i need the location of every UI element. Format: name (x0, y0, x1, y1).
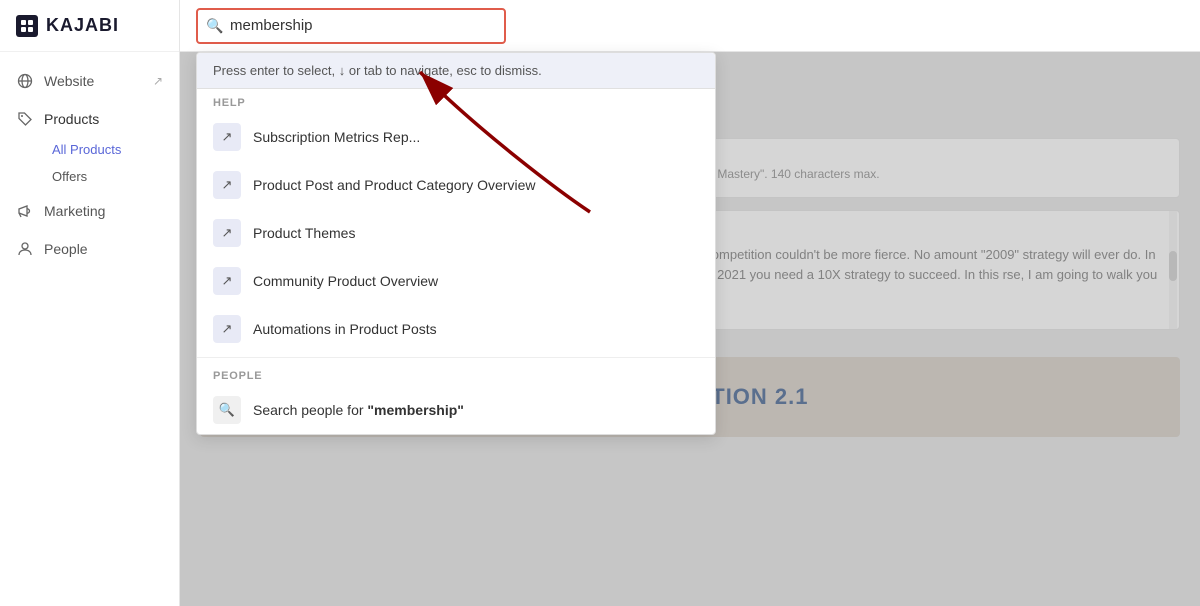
sidebar-item-marketing[interactable]: Marketing (0, 194, 179, 228)
dropdown-people-search[interactable]: 🔍 Search people for "membership" (197, 386, 715, 434)
tag-icon (16, 110, 34, 128)
dropdown-item-automations-label: Automations in Product Posts (253, 321, 437, 337)
marketing-icon (16, 202, 34, 220)
sidebar-sub-items: All Products Offers (0, 136, 179, 190)
dropdown-divider (197, 357, 715, 358)
search-people-prefix: Search people for (253, 402, 367, 418)
sidebar-item-marketing-label: Marketing (44, 203, 105, 219)
external-link-icon: ↗ (153, 74, 163, 88)
search-input[interactable] (196, 8, 506, 44)
external-link-icon-1: ↗ (213, 123, 241, 151)
sidebar-section-marketing: Marketing (0, 194, 179, 228)
sidebar-item-website[interactable]: Website ↗ (0, 64, 179, 98)
globe-icon (16, 72, 34, 90)
sidebar-item-products-label: Products (44, 111, 99, 127)
external-link-icon-2: ↗ (213, 171, 241, 199)
dropdown-people-label: PEOPLE (197, 362, 715, 386)
sidebar-item-people-label: People (44, 241, 88, 257)
dropdown-help-label: HELP (197, 89, 715, 113)
sidebar-item-website-label: Website (44, 73, 94, 89)
app-logo: KAJABI (0, 0, 179, 52)
dropdown-item-themes-label: Product Themes (253, 225, 355, 241)
external-link-icon-5: ↗ (213, 315, 241, 343)
external-link-icon-4: ↗ (213, 267, 241, 295)
dropdown-item-automations[interactable]: ↗ Automations in Product Posts (197, 305, 715, 353)
search-people-query: "membership" (367, 402, 464, 418)
main-area: 🔍 Press enter to select, ↓ or tab to nav… (180, 0, 1200, 606)
sidebar-section-website: Website ↗ (0, 64, 179, 98)
logo-text: KAJABI (46, 15, 119, 36)
sidebar-sub-item-all-products[interactable]: All Products (44, 136, 179, 163)
sidebar-item-people[interactable]: People (0, 232, 179, 266)
dropdown-item-community[interactable]: ↗ Community Product Overview (197, 257, 715, 305)
dropdown-item-themes[interactable]: ↗ Product Themes (197, 209, 715, 257)
search-dropdown: Press enter to select, ↓ or tab to navig… (196, 52, 716, 435)
sidebar-nav: Website ↗ Products All Products Offers (0, 52, 179, 282)
external-link-icon-3: ↗ (213, 219, 241, 247)
search-people-icon: 🔍 (213, 396, 241, 424)
person-icon (16, 240, 34, 258)
dropdown-item-community-label: Community Product Overview (253, 273, 438, 289)
sidebar-item-products[interactable]: Products (0, 102, 179, 136)
dropdown-item-sub-metrics[interactable]: ↗ Subscription Metrics Rep... (197, 113, 715, 161)
sidebar-sub-item-offers[interactable]: Offers (44, 163, 179, 190)
sidebar-section-people: People (0, 232, 179, 266)
dropdown-hint: Press enter to select, ↓ or tab to navig… (197, 53, 715, 89)
dropdown-item-sub-metrics-label: Subscription Metrics Rep... (253, 129, 420, 145)
sidebar: KAJABI Website ↗ (0, 0, 180, 606)
logo-icon (16, 15, 38, 37)
top-bar: 🔍 (180, 0, 1200, 52)
dropdown-item-post-category-label: Product Post and Product Category Overvi… (253, 177, 535, 193)
search-icon: 🔍 (206, 17, 223, 34)
search-box-wrapper: 🔍 (196, 8, 506, 44)
dropdown-people-search-text: Search people for "membership" (253, 402, 464, 418)
sidebar-section-products: Products All Products Offers (0, 102, 179, 190)
dropdown-item-post-category[interactable]: ↗ Product Post and Product Category Over… (197, 161, 715, 209)
